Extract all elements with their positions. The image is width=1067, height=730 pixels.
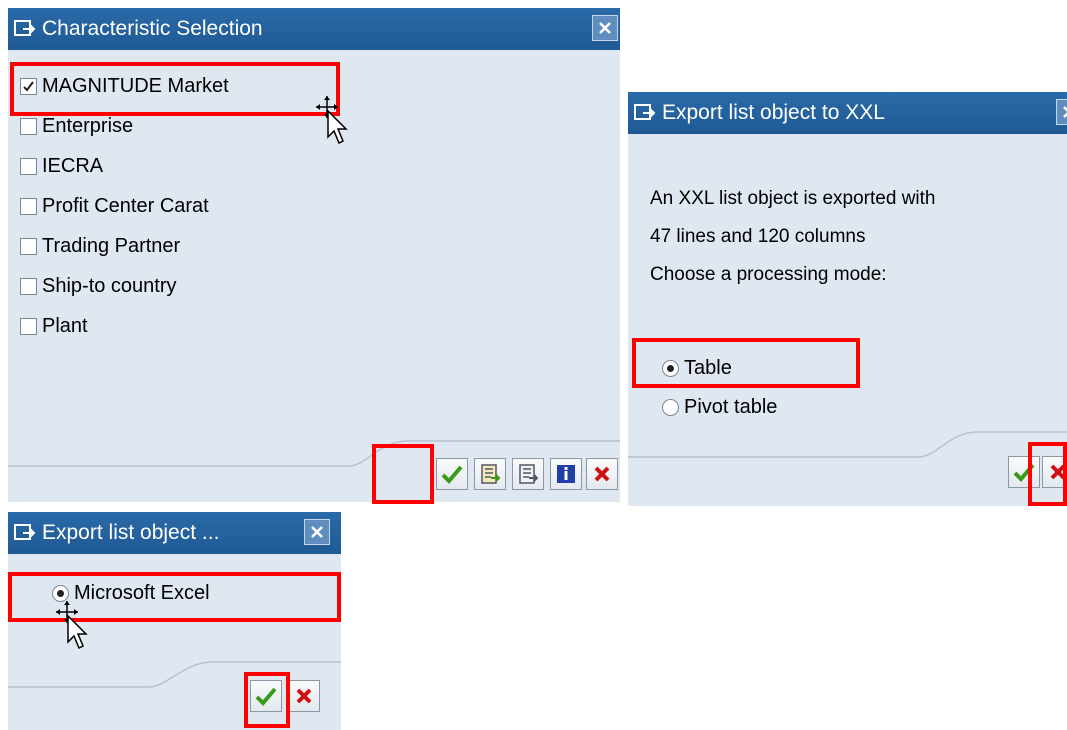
info-text-line-1: An XXL list object is exported with xyxy=(650,188,936,209)
checkbox-label: MAGNITUDE Market xyxy=(42,74,229,97)
close-button[interactable] xyxy=(1056,99,1067,125)
close-button[interactable] xyxy=(304,519,330,545)
dialog-title: Export list object to XXL xyxy=(662,101,885,124)
window-icon xyxy=(634,104,656,120)
checkbox-label: Profit Center Carat xyxy=(42,194,209,217)
radio-button[interactable] xyxy=(662,399,679,416)
cancel-button[interactable] xyxy=(1042,456,1067,488)
checkbox[interactable] xyxy=(20,117,37,135)
close-button[interactable] xyxy=(592,15,618,41)
checkbox[interactable] xyxy=(20,77,37,95)
dialog-title-bar: Export list object ... xyxy=(8,512,341,554)
cancel-button[interactable] xyxy=(586,458,618,490)
radio-dot xyxy=(667,365,674,372)
confirm-button[interactable] xyxy=(250,680,282,712)
checkbox-label: Enterprise xyxy=(42,114,134,137)
characteristic-selection-dialog: Characteristic Selection MAGNITUDE Marke… xyxy=(8,8,620,502)
checkbox-label: Trading Partner xyxy=(42,234,181,257)
checkbox[interactable] xyxy=(20,317,37,335)
dialog-title-bar: Characteristic Selection xyxy=(8,8,620,50)
cancel-icon xyxy=(1050,464,1066,480)
radio-label: Microsoft Excel xyxy=(74,582,210,604)
confirm-button[interactable] xyxy=(1008,456,1040,488)
check-icon xyxy=(441,465,463,484)
radio-button[interactable] xyxy=(662,360,679,377)
select-all-icon xyxy=(481,464,501,484)
checkbox[interactable] xyxy=(20,277,37,295)
deselect-all-icon xyxy=(519,464,539,484)
checkbox-row-ship-to-country[interactable]: Ship-to country xyxy=(20,271,177,301)
radio-label: Table xyxy=(684,357,732,379)
close-icon xyxy=(311,526,323,538)
export-xxl-dialog: Export list object to XXL An XXL list ob… xyxy=(628,92,1067,506)
checkbox-row-magnitude-market[interactable]: MAGNITUDE Market xyxy=(20,71,229,101)
move-cursor-icon xyxy=(316,96,348,145)
checkbox-label: Plant xyxy=(42,314,88,337)
info-icon xyxy=(557,465,575,483)
footer-separator xyxy=(628,431,1067,458)
move-cursor-icon xyxy=(56,601,88,650)
cancel-button[interactable] xyxy=(288,680,320,712)
close-icon xyxy=(1063,106,1067,118)
confirm-button[interactable] xyxy=(436,458,468,490)
select-all-button[interactable] xyxy=(474,458,506,490)
cancel-icon xyxy=(296,688,312,704)
checkbox-row-enterprise[interactable]: Enterprise xyxy=(20,111,133,141)
checkbox-label: Ship-to country xyxy=(42,274,177,297)
radio-pivot-table[interactable]: Pivot table xyxy=(662,396,777,419)
checkbox-row-plant[interactable]: Plant xyxy=(20,311,88,341)
deselect-all-button[interactable] xyxy=(512,458,544,490)
info-button[interactable] xyxy=(550,458,582,490)
checkbox[interactable] xyxy=(20,157,37,175)
checkmark-icon xyxy=(23,80,34,92)
checkbox-row-iecra[interactable]: IECRA xyxy=(20,151,103,181)
checkbox[interactable] xyxy=(20,197,37,215)
checkbox-row-profit-center-carat[interactable]: Profit Center Carat xyxy=(20,191,209,221)
dialog-title: Characteristic Selection xyxy=(42,17,263,40)
window-icon xyxy=(14,20,36,36)
check-icon xyxy=(255,687,277,706)
dialog-title-bar: Export list object to XXL xyxy=(628,92,1067,134)
info-text-line-3: Choose a processing mode: xyxy=(650,264,887,285)
close-icon xyxy=(599,22,611,34)
cancel-icon xyxy=(594,466,610,482)
radio-dot xyxy=(57,590,64,597)
checkbox-row-trading-partner[interactable]: Trading Partner xyxy=(20,231,180,261)
radio-label: Pivot table xyxy=(684,396,778,418)
checkbox[interactable] xyxy=(20,237,37,255)
dialog-title: Export list object ... xyxy=(42,521,220,544)
checkbox-label: IECRA xyxy=(42,154,104,177)
check-icon xyxy=(1013,463,1035,482)
radio-table[interactable]: Table xyxy=(662,357,732,380)
window-icon xyxy=(14,524,36,540)
info-text-line-2: 47 lines and 120 columns xyxy=(650,226,866,247)
